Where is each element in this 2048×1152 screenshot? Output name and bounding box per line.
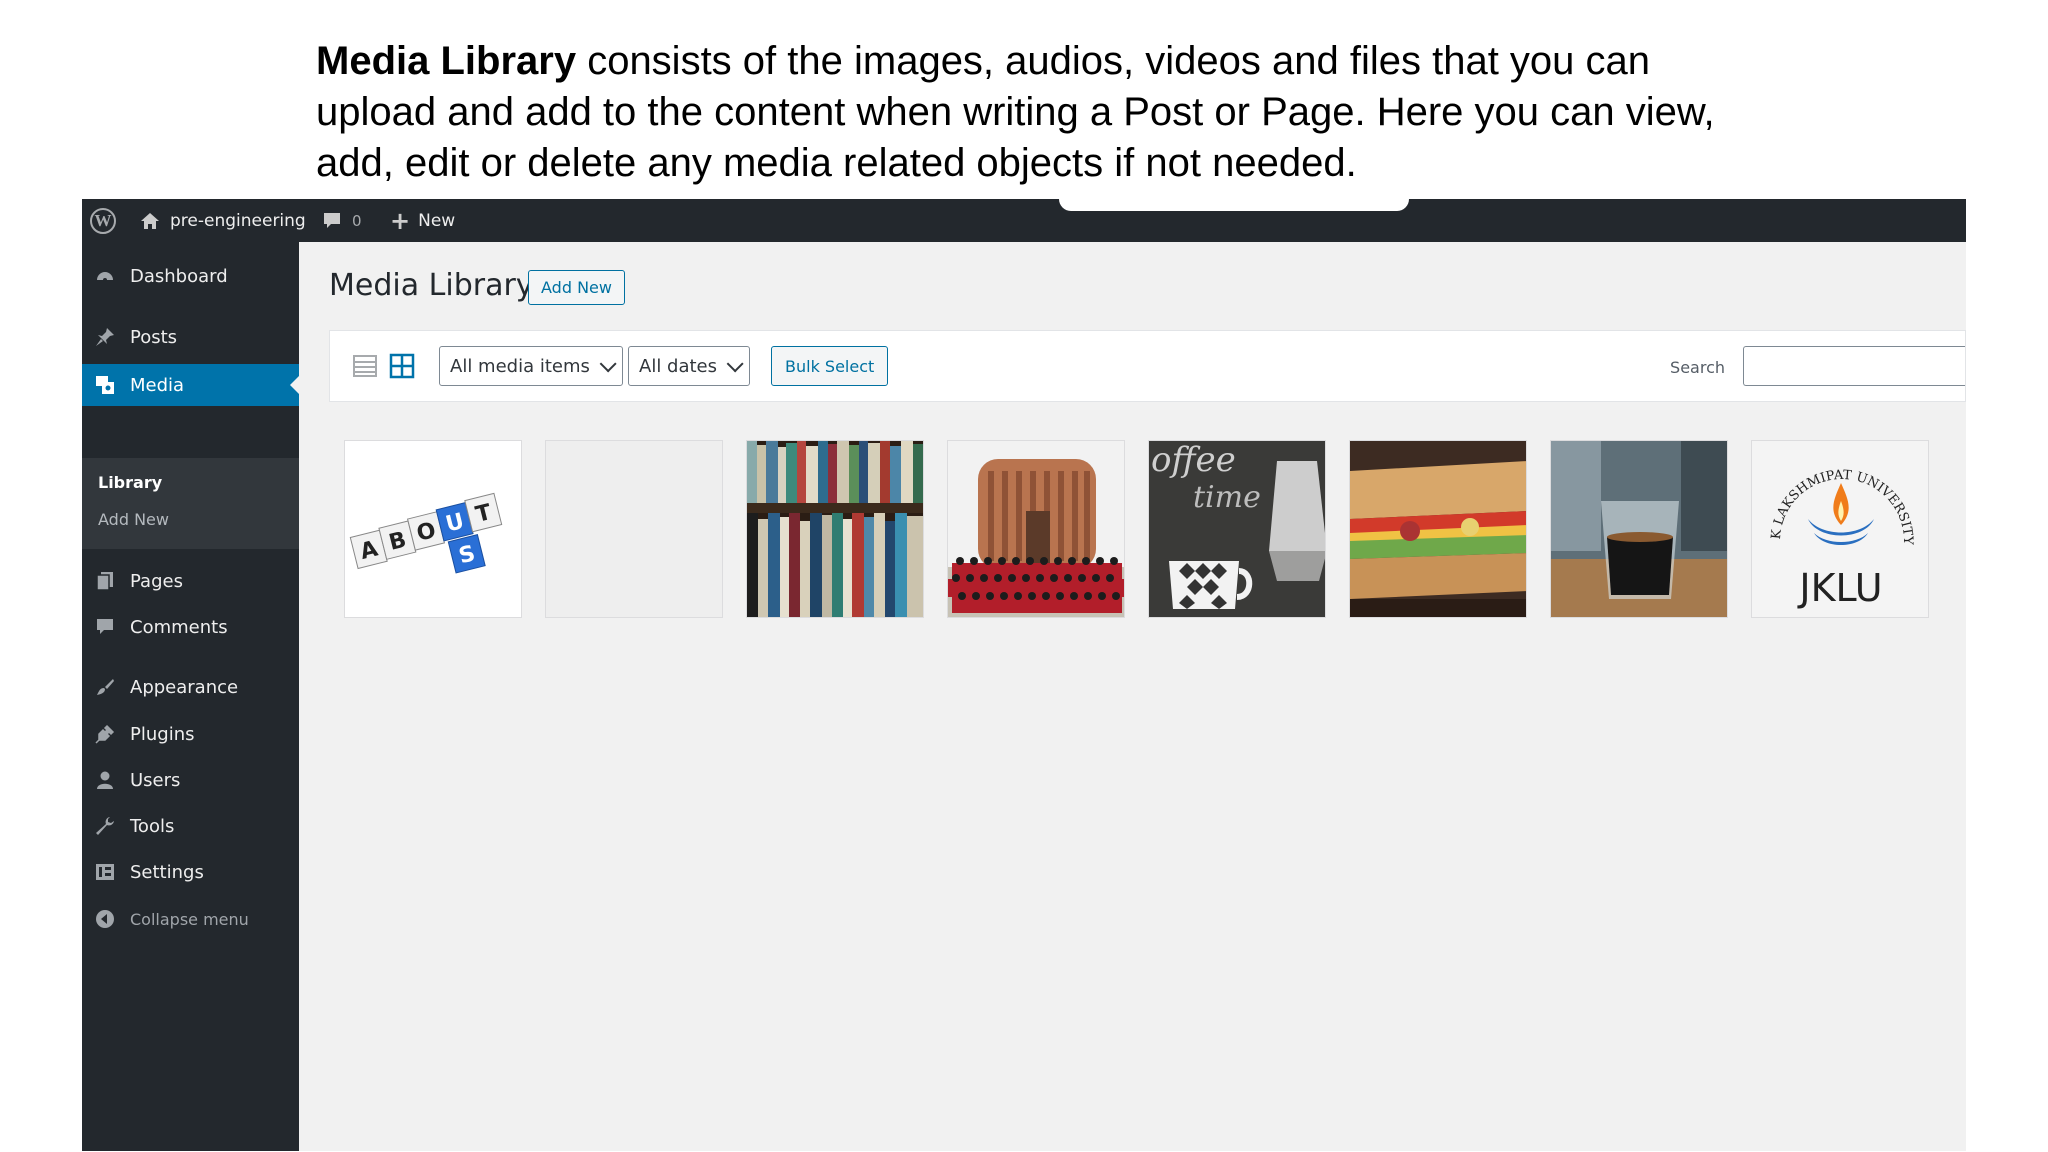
sidebar-item-label: Settings — [130, 861, 204, 883]
plus-icon: + — [390, 206, 411, 235]
sidebar-item-pages[interactable]: Pages — [82, 560, 299, 602]
new-label: New — [418, 210, 456, 231]
sandwich-image — [1350, 441, 1526, 617]
wordpress-screenshot: W pre-engineering 0 + New Dashboard Post… — [82, 199, 1966, 1151]
sidebar-item-label: Users — [130, 769, 181, 791]
add-new-button[interactable]: Add New — [528, 270, 625, 305]
wrench-icon — [94, 815, 116, 837]
comment-bubble-icon — [94, 616, 116, 638]
media-type-filter-value: All media items — [450, 355, 590, 377]
comment-bubble-icon — [324, 212, 340, 228]
sidebar-item-plugins[interactable]: Plugins — [82, 713, 299, 755]
sidebar-item-label: Posts — [130, 326, 178, 348]
media-item-bookshelf[interactable] — [746, 440, 924, 618]
sidebar-item-media[interactable]: Media — [82, 364, 299, 406]
sidebar-item-label: Plugins — [130, 723, 195, 745]
main-content: Media Library Add New All media items Al… — [299, 242, 1966, 1151]
media-item-jklu-logo[interactable]: JK LAKSHMIPAT UNIVERSITY JKLU — [1751, 440, 1929, 618]
list-view-icon[interactable] — [352, 353, 378, 379]
date-filter[interactable]: All dates — [628, 346, 751, 386]
sidebar-item-appearance[interactable]: Appearance — [82, 666, 299, 708]
media-toolbar: All media items All dates Bulk Select Se… — [329, 330, 1966, 402]
grid-view-icon[interactable] — [389, 353, 415, 379]
sidebar-item-label: Appearance — [130, 676, 239, 698]
chevron-down-icon — [599, 355, 617, 373]
jklu-brand-text: JKLU — [1797, 566, 1882, 610]
chevron-down-icon — [726, 355, 744, 373]
submenu-item-add-new[interactable]: Add New — [98, 510, 169, 529]
page-title: Media Library — [329, 268, 534, 303]
espresso-image — [1551, 441, 1727, 617]
sidebar-item-posts[interactable]: Posts — [82, 316, 299, 358]
media-item-campus[interactable] — [947, 440, 1125, 618]
admin-bar: W pre-engineering 0 + New — [82, 199, 1966, 242]
wordpress-icon: W — [90, 207, 116, 234]
sidebar-item-tools[interactable]: Tools — [82, 805, 299, 847]
search-label: Search — [1670, 358, 1725, 377]
pages-icon — [94, 570, 116, 592]
sidebar-item-settings[interactable]: Settings — [82, 851, 299, 893]
chalk-text: offee — [1151, 441, 1236, 480]
about-us-image: A B O U T S — [345, 441, 521, 617]
date-filter-value: All dates — [639, 355, 718, 377]
media-item-espresso[interactable] — [1550, 440, 1728, 618]
media-item-sandwich[interactable] — [1349, 440, 1527, 618]
user-icon — [94, 769, 116, 791]
home-icon — [141, 212, 159, 229]
comments-link[interactable]: 0 — [322, 199, 362, 242]
site-name-link[interactable]: pre-engineering — [140, 199, 306, 242]
bookshelf-image — [747, 441, 923, 617]
collapse-menu-button[interactable]: Collapse menu — [82, 898, 299, 940]
sidebar-item-label: Tools — [130, 815, 175, 837]
dashboard-icon — [94, 265, 116, 287]
caption-bold: Media Library — [316, 39, 577, 83]
submenu-item-library[interactable]: Library — [98, 473, 162, 492]
coffee-time-image: offee time — [1149, 441, 1325, 617]
comments-count: 0 — [352, 211, 362, 230]
pushpin-icon — [94, 326, 116, 348]
media-item-coffee-time[interactable]: offee time — [1148, 440, 1326, 618]
plug-icon — [94, 723, 116, 745]
media-type-filter[interactable]: All media items — [439, 346, 623, 386]
sidebar-item-label: Pages — [130, 570, 183, 592]
slide-caption: Media Library consists of the images, au… — [316, 36, 1776, 189]
sidebar-item-label: Collapse menu — [130, 909, 249, 929]
media-item-blank[interactable] — [545, 440, 723, 618]
sidebar-item-users[interactable]: Users — [82, 759, 299, 801]
search-input[interactable] — [1743, 346, 1965, 386]
admin-sidebar: Dashboard Posts Media Library Add New Pa… — [82, 242, 299, 1151]
paintbrush-icon — [94, 676, 116, 698]
campus-image — [948, 441, 1124, 617]
screen-notch — [1059, 199, 1409, 211]
settings-icon — [94, 861, 116, 883]
sidebar-item-comments[interactable]: Comments — [82, 606, 299, 648]
sidebar-item-label: Dashboard — [130, 265, 228, 287]
sidebar-item-label: Comments — [130, 616, 228, 638]
wordpress-logo[interactable]: W — [90, 199, 116, 242]
sidebar-item-dashboard[interactable]: Dashboard — [82, 255, 299, 297]
svg-text:time: time — [1193, 480, 1261, 515]
bulk-select-button[interactable]: Bulk Select — [771, 346, 889, 386]
media-icon — [94, 374, 116, 396]
new-content-link[interactable]: + New — [390, 199, 455, 242]
collapse-arrow-icon — [94, 908, 116, 930]
sidebar-item-label: Media — [130, 374, 185, 396]
jklu-logo-image: JK LAKSHMIPAT UNIVERSITY JKLU — [1752, 441, 1928, 617]
media-submenu: Library Add New — [82, 458, 299, 549]
site-name: pre-engineering — [170, 210, 306, 231]
media-item-about-us[interactable]: A B O U T S — [344, 440, 522, 618]
